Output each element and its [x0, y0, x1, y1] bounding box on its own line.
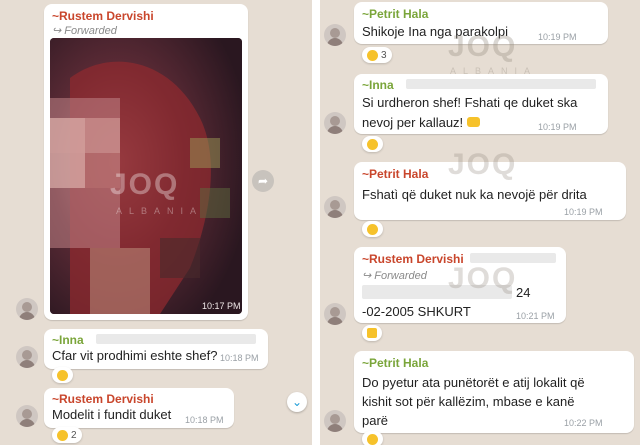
forward-message-button[interactable]: ➦	[252, 170, 274, 192]
message-time: 10:19 PM	[538, 32, 577, 42]
message-text: Fshatì që duket nuk ka nevojë për drita	[362, 187, 587, 202]
reaction-badge[interactable]: 2	[52, 427, 82, 443]
message-sender: ~Petrit Hala	[362, 167, 429, 181]
thumbs-up-emoji-icon	[367, 328, 377, 338]
reaction-badge[interactable]	[362, 136, 383, 152]
message-text-line1: Si urdheron shef! Fshati qe duket ska	[362, 95, 578, 110]
avatar[interactable]	[324, 196, 346, 218]
avatar[interactable]	[16, 405, 38, 427]
reaction-badge[interactable]	[362, 221, 383, 237]
avatar[interactable]	[16, 298, 38, 320]
forwarded-label: ↪ Forwarded	[362, 270, 427, 282]
forward-icon: ↪	[362, 270, 372, 282]
message-sender: ~Inna	[362, 78, 394, 92]
message-text-line2: nevoj per kallauz!	[362, 115, 480, 130]
message-time: 10:18 PM	[185, 415, 224, 425]
reaction-badge[interactable]	[52, 367, 73, 383]
message-time: 10:18 PM	[220, 353, 259, 363]
message-text-line1: 24	[516, 285, 531, 300]
screenshot-composite: ~Rustem Dervishi ↪ Forwarded JOQ ALBANIA…	[0, 0, 640, 445]
handshake-emoji-icon	[466, 117, 480, 127]
avatar[interactable]	[324, 303, 346, 325]
laughing-emoji-icon	[57, 369, 68, 381]
redacted-number	[406, 79, 596, 89]
forward-icon: ↪	[52, 25, 62, 37]
forwarded-label: ↪ Forwarded	[52, 25, 117, 37]
laughing-emoji-icon	[367, 223, 378, 235]
watermark-logo: JOQ	[448, 30, 518, 63]
reaction-badge[interactable]: 3	[362, 47, 392, 63]
watermark-logo: JOQ	[110, 168, 180, 201]
watermark-logo: JOQ	[448, 262, 518, 295]
panel-divider	[312, 0, 320, 445]
watermark-subtitle: ALBANIA	[450, 66, 538, 76]
message-time: 10:17 PM	[202, 301, 241, 311]
avatar[interactable]	[324, 24, 346, 46]
message-sender: ~Rustem Dervishi	[52, 9, 154, 23]
message-time: 10:19 PM	[564, 207, 603, 217]
message-text-line2: -02-2005 SHKURT	[362, 304, 471, 319]
reaction-badge[interactable]	[362, 431, 383, 445]
scroll-down-button[interactable]: ⌄	[287, 392, 307, 412]
laughing-emoji-icon	[367, 433, 378, 445]
redacted-number	[96, 334, 256, 344]
laughing-emoji-icon	[367, 138, 378, 150]
message-sender: ~Inna	[52, 333, 84, 347]
avatar[interactable]	[16, 346, 38, 368]
message-sender: ~Petrit Hala	[362, 356, 429, 370]
watermark-subtitle: ALBANIA	[116, 206, 204, 216]
message-text-line2: kishit sot për kallëzim, mbase e kanë	[362, 394, 575, 409]
avatar[interactable]	[324, 112, 346, 134]
attached-photo[interactable]: JOQ ALBANIA 10:17 PM	[50, 38, 242, 314]
message-time: 10:19 PM	[538, 122, 577, 132]
watermark-logo: JOQ	[448, 148, 518, 181]
chat-panel-right: ~Petrit Hala Shikoje Ina nga parakolpi 1…	[320, 0, 640, 445]
message-time: 10:22 PM	[564, 418, 603, 428]
message-text: Modelit i fundit duket	[52, 407, 172, 422]
chat-panel-left: ~Rustem Dervishi ↪ Forwarded JOQ ALBANIA…	[0, 0, 312, 445]
avatar[interactable]	[324, 410, 346, 432]
message-time: 10:21 PM	[516, 311, 555, 321]
message-sender: ~Petrit Hala	[362, 7, 429, 21]
message-sender: ~Rustem Dervishi	[52, 392, 154, 406]
laughing-emoji-icon	[57, 429, 68, 441]
message-text: Cfar vit prodhimi eshte shef?	[52, 348, 218, 363]
reaction-badge[interactable]	[362, 325, 382, 341]
message-text-line3: parë	[362, 413, 389, 428]
laughing-emoji-icon	[367, 49, 378, 61]
message-text-line1: Do pyetur ata punëtorët e atij lokalit q…	[362, 375, 585, 390]
